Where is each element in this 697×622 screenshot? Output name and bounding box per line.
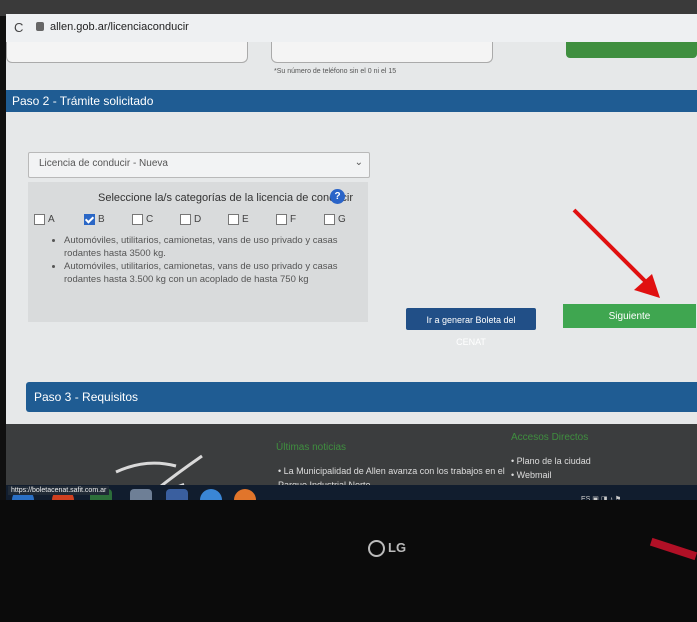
web-page: *Su número de teléfono sin el 0 ni el 15… [6, 42, 697, 500]
monitor-screen: C allen.gob.ar/licenciaconducir *Su núme… [6, 14, 697, 500]
category-label: C [146, 214, 154, 226]
category-checkbox-row: A B C D E F G [34, 214, 364, 230]
category-label: A [48, 214, 55, 226]
category-label: F [290, 214, 297, 226]
quick-link[interactable]: • Webmail [511, 468, 591, 482]
category-g-checkbox[interactable]: G [324, 214, 346, 225]
category-b-checkbox[interactable]: B [84, 214, 105, 225]
category-label: G [338, 214, 346, 226]
phone-hint: *Su número de teléfono sin el 0 ni el 15 [274, 68, 397, 75]
help-icon[interactable]: ? [330, 189, 345, 204]
word-icon[interactable] [166, 489, 188, 500]
lock-icon [36, 22, 44, 31]
paso3-header[interactable]: Paso 3 - Requisitos [26, 382, 697, 412]
checkbox-box[interactable] [34, 214, 45, 225]
categories-box: Seleccione la/s categorías de la licenci… [28, 182, 368, 322]
license-type-select[interactable]: Licencia de conducir - Nueva ⌄ [28, 152, 370, 178]
quick-link[interactable]: • Plano de la ciudad [511, 454, 591, 468]
checkbox-box[interactable] [132, 214, 143, 225]
category-label: B [98, 214, 105, 226]
quick-links: • Plano de la ciudad • Webmail [511, 454, 591, 482]
checkbox-box[interactable] [84, 214, 95, 225]
checkbox-box[interactable] [276, 214, 287, 225]
checkbox-box[interactable] [180, 214, 191, 225]
reload-icon[interactable]: C [14, 20, 23, 35]
lg-brand-text: LG [388, 540, 407, 555]
url-text[interactable]: allen.gob.ar/licenciaconducir [50, 21, 189, 33]
category-e-checkbox[interactable]: E [228, 214, 249, 225]
firefox-icon[interactable] [234, 489, 256, 500]
file-explorer-icon[interactable] [130, 489, 152, 500]
top-green-button[interactable] [566, 42, 697, 58]
browser-address-bar[interactable]: C allen.gob.ar/licenciaconducir [6, 14, 697, 43]
links-title: Accesos Directos [511, 432, 589, 443]
category-c-checkbox[interactable]: C [132, 214, 153, 225]
lg-circle-icon [368, 540, 385, 558]
internet-explorer-icon[interactable] [200, 489, 222, 500]
license-type-value: Licencia de conducir - Nueva [39, 158, 168, 169]
checkbox-box[interactable] [324, 214, 335, 225]
checkbox-box[interactable] [228, 214, 239, 225]
chevron-down-icon: ⌄ [354, 157, 363, 168]
top-input-left[interactable] [6, 42, 248, 63]
quick-link-label[interactable]: Plano de la ciudad [517, 456, 591, 466]
phone-input[interactable] [271, 42, 493, 63]
quick-link-label[interactable]: Webmail [517, 470, 552, 480]
category-f-checkbox[interactable]: F [276, 214, 296, 225]
description-item: Automóviles, utilitarios, camionetas, va… [64, 260, 368, 286]
category-d-checkbox[interactable]: D [180, 214, 201, 225]
paso2-header: Paso 2 - Trámite solicitado [6, 90, 697, 112]
category-label: D [194, 214, 202, 226]
category-a-checkbox[interactable]: A [34, 214, 55, 225]
description-item: Automóviles, utilitarios, camionetas, va… [64, 234, 368, 260]
cenat-boleta-button[interactable]: Ir a generar Boleta del CENAT [406, 308, 536, 347]
lg-logo: LG [368, 540, 407, 558]
status-url: https://boletacenat.safit.com.ar [8, 486, 110, 495]
category-descriptions: Automóviles, utilitarios, camionetas, va… [52, 234, 368, 286]
categories-heading: Seleccione la/s categorías de la licenci… [98, 192, 353, 204]
category-label: E [242, 214, 249, 226]
windows-taskbar: ES ▣ ◨ ♪ ⚑ [6, 485, 697, 500]
monitor-bezel [0, 500, 697, 622]
arrow-annotation [572, 208, 660, 298]
news-title: Últimas noticias [276, 442, 347, 453]
